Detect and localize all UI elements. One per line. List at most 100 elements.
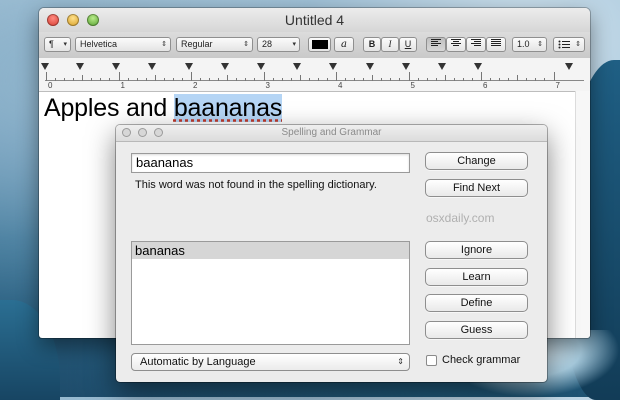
ruler-subtick bbox=[390, 78, 392, 81]
tab-stop-marker[interactable] bbox=[76, 63, 84, 70]
list-item[interactable]: bananas bbox=[132, 242, 409, 259]
align-left-button[interactable] bbox=[426, 37, 446, 52]
updown-icon: ⇕ bbox=[161, 41, 167, 48]
guesses-list[interactable]: bananas bbox=[131, 241, 410, 345]
updown-icon: ⇕ bbox=[397, 357, 404, 366]
ruler-subtick bbox=[290, 78, 292, 81]
ruler-tick bbox=[553, 72, 555, 81]
vertical-scrollbar[interactable] bbox=[575, 91, 590, 338]
tab-stop-marker[interactable] bbox=[220, 63, 229, 70]
misspelled-word[interactable]: baananas bbox=[173, 94, 282, 122]
ignore-button[interactable]: Ignore bbox=[425, 241, 528, 259]
highlight-color-well[interactable]: a bbox=[334, 37, 354, 52]
tab-stop-marker[interactable] bbox=[438, 63, 446, 70]
ruler-subtick bbox=[154, 75, 156, 81]
justify-button[interactable] bbox=[486, 37, 506, 52]
ruler-subtick bbox=[471, 78, 473, 81]
ruler-subtick bbox=[517, 75, 519, 81]
font-style-popup[interactable]: Regular ⇕ bbox=[176, 37, 253, 52]
watermark: osxdaily.com bbox=[426, 211, 495, 225]
tab-stop-marker[interactable] bbox=[148, 63, 157, 70]
ruler-subtick bbox=[181, 78, 183, 81]
define-button[interactable]: Define bbox=[425, 294, 528, 312]
guess-button[interactable]: Guess bbox=[425, 321, 528, 339]
tab-stop-marker[interactable] bbox=[293, 63, 302, 70]
ruler-subtick bbox=[82, 75, 84, 81]
language-value: Automatic by Language bbox=[140, 356, 256, 368]
ruler-subtick bbox=[544, 78, 546, 81]
ruler-tick bbox=[191, 72, 192, 81]
left-margin-marker[interactable] bbox=[41, 63, 49, 70]
find-next-button[interactable]: Find Next bbox=[425, 179, 528, 197]
ruler-subtick bbox=[308, 78, 310, 81]
chevron-down-icon: ▾ bbox=[292, 41, 296, 48]
ruler-subtick bbox=[399, 78, 401, 81]
font-family-value: Helvetica bbox=[80, 39, 118, 49]
updown-icon: ⇕ bbox=[575, 41, 581, 48]
change-button[interactable]: Change bbox=[425, 152, 528, 170]
right-margin-marker[interactable] bbox=[565, 63, 573, 70]
font-size-combo[interactable]: 28 ▾ bbox=[257, 37, 300, 52]
misspelled-word-field[interactable]: baananas bbox=[131, 153, 410, 173]
ruler[interactable]: 0 1 2 3 4 5 6 7 bbox=[39, 58, 590, 92]
ruler-subtick bbox=[363, 78, 365, 81]
tab-stop-marker[interactable] bbox=[365, 63, 374, 70]
align-right-button[interactable] bbox=[466, 37, 486, 52]
document-body[interactable]: Apples and baananas bbox=[44, 94, 282, 123]
tab-stop-marker[interactable] bbox=[329, 63, 338, 70]
italic-button[interactable]: I bbox=[381, 37, 399, 52]
ruler-subtick bbox=[136, 78, 138, 81]
align-center-button[interactable] bbox=[446, 37, 466, 52]
panel-titlebar[interactable]: Spelling and Grammar bbox=[116, 125, 547, 142]
ruler-tick bbox=[118, 72, 120, 81]
tab-stop-marker[interactable] bbox=[401, 63, 410, 70]
bold-button[interactable]: B bbox=[363, 37, 381, 52]
ruler-subtick bbox=[218, 78, 220, 81]
ruler-subtick bbox=[299, 75, 301, 81]
text-color-well[interactable] bbox=[308, 37, 331, 52]
tab-stop-marker[interactable] bbox=[474, 63, 483, 70]
check-grammar-checkbox[interactable] bbox=[426, 355, 437, 366]
line-spacing-value: 1.0 bbox=[517, 39, 530, 49]
tab-stop-marker[interactable] bbox=[184, 63, 193, 70]
ruler-tick bbox=[336, 72, 337, 81]
line-spacing-popup[interactable]: 1.0 ⇕ bbox=[512, 37, 547, 52]
ruler-subtick bbox=[317, 78, 319, 81]
ruler-number: 1 bbox=[120, 81, 125, 90]
underline-button[interactable]: U bbox=[399, 37, 417, 52]
paragraph-styles-popup[interactable]: ¶ ▾ bbox=[44, 37, 71, 52]
ruler-subtick bbox=[372, 75, 374, 81]
ruler-subtick bbox=[91, 78, 93, 81]
ruler-subtick bbox=[381, 78, 383, 81]
ruler-subtick bbox=[245, 78, 247, 81]
ruler-tick bbox=[46, 72, 47, 81]
window-titlebar[interactable]: Untitled 4 bbox=[39, 8, 590, 32]
check-grammar-label[interactable]: Check grammar bbox=[442, 354, 520, 366]
font-family-popup[interactable]: Helvetica ⇕ bbox=[75, 37, 171, 52]
ruler-subtick bbox=[417, 78, 419, 81]
ruler-subtick bbox=[227, 75, 229, 81]
spelling-grammar-panel: Spelling and Grammar baananas This word … bbox=[116, 125, 547, 382]
ruler-subtick bbox=[236, 78, 238, 81]
window-title: Untitled 4 bbox=[284, 12, 345, 28]
learn-button[interactable]: Learn bbox=[425, 268, 528, 286]
ruler-number: 3 bbox=[265, 81, 270, 90]
chevron-down-icon: ▾ bbox=[63, 41, 67, 48]
ruler-tick bbox=[481, 72, 482, 81]
align-right-icon bbox=[471, 39, 481, 46]
ruler-number: 4 bbox=[338, 81, 343, 90]
align-left-icon bbox=[431, 39, 441, 46]
list-popup[interactable]: ⇕ bbox=[553, 37, 585, 52]
ruler-tick bbox=[263, 72, 265, 81]
ruler-subtick bbox=[272, 78, 274, 81]
language-select[interactable]: Automatic by Language ⇕ bbox=[131, 353, 410, 371]
ruler-subtick bbox=[490, 78, 492, 81]
text-color-swatch bbox=[312, 40, 328, 49]
tab-stop-marker[interactable] bbox=[257, 63, 265, 70]
ruler-subtick bbox=[209, 78, 211, 81]
tab-stop-marker[interactable] bbox=[112, 63, 121, 70]
ruler-subtick bbox=[145, 78, 147, 81]
ruler-subtick bbox=[172, 78, 174, 81]
ruler-subtick bbox=[499, 78, 501, 81]
ruler-subtick bbox=[526, 78, 528, 81]
